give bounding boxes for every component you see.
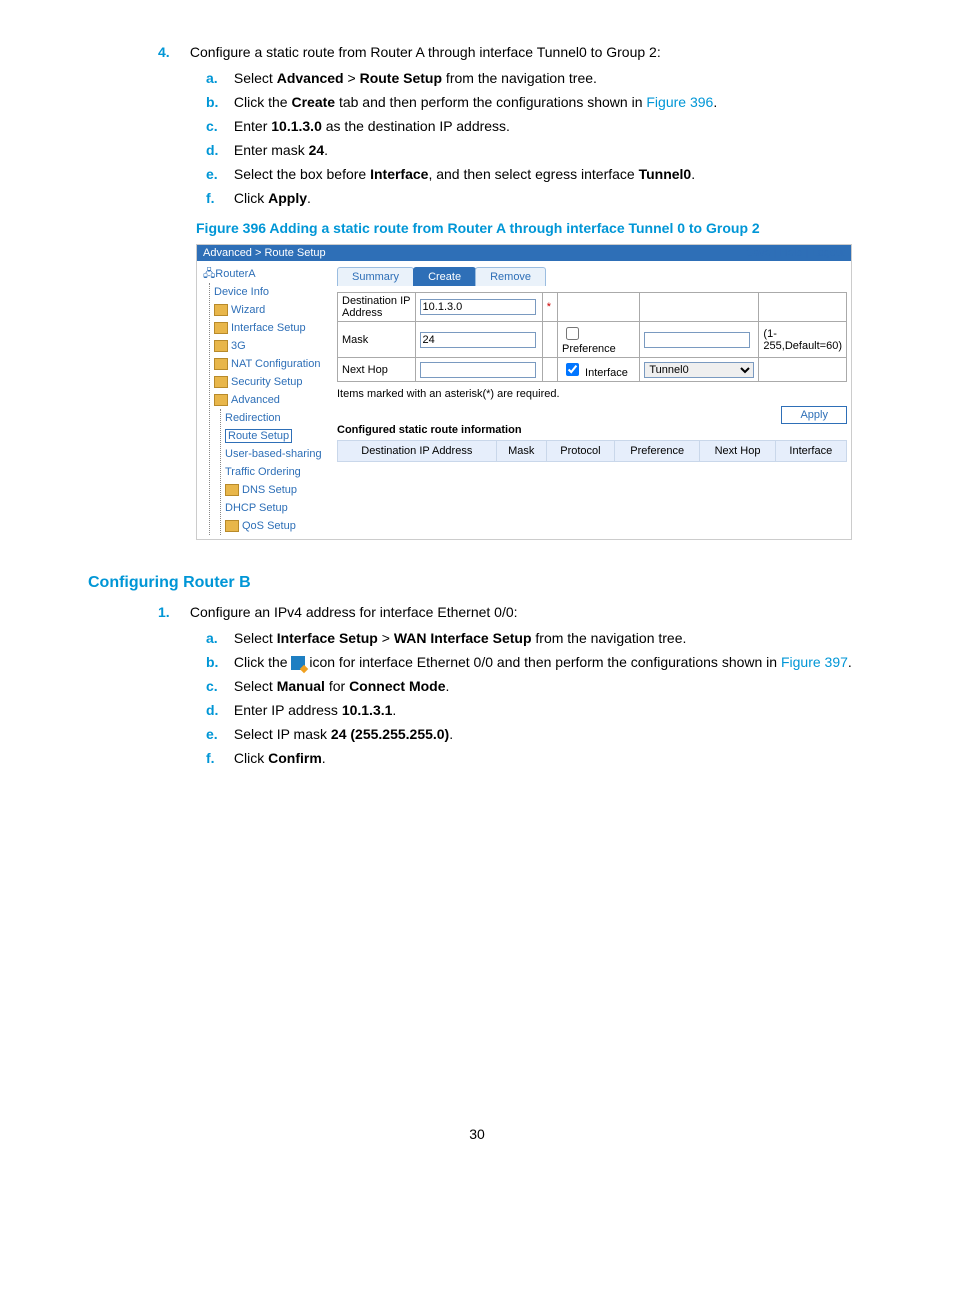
nav-qos-setup[interactable]: QoS Setup [225, 517, 333, 535]
col-mask: Mask [496, 441, 546, 462]
step-1b: b. Click the icon for interface Ethernet… [206, 654, 866, 670]
step-1f: f. Click Confirm. [206, 750, 866, 766]
preference-input[interactable] [644, 332, 750, 348]
step-1e: e. Select IP mask 24 (255.255.255.0). [206, 726, 866, 742]
nav-traffic-ordering[interactable]: Traffic Ordering [225, 463, 333, 481]
mask-input[interactable] [420, 332, 536, 348]
heading-configuring-router-b: Configuring Router B [88, 574, 866, 592]
step-1: 1. Configure an IPv4 address for interfa… [158, 604, 866, 620]
help-link[interactable]: Help [780, 247, 803, 259]
tab-bar: SummaryCreateRemove [337, 267, 847, 286]
nav-tree: 🖧RouterA Device Info Wizard Interface Se… [197, 261, 333, 539]
required-note: Items marked with an asterisk(*) are req… [337, 388, 847, 400]
step-1c: c. Select Manual for Connect Mode. [206, 678, 866, 694]
figure-396: Save | Help | Logout Advanced > Route Se… [196, 244, 866, 540]
step-4b: b. Click the Create tab and then perform… [206, 94, 866, 110]
interface-select[interactable]: Tunnel0 [644, 362, 754, 378]
figure-397-link[interactable]: Figure 397 [781, 654, 848, 670]
nav-3g[interactable]: 3G [214, 337, 333, 355]
col-dest: Destination IP Address [338, 441, 497, 462]
required-marker: * [542, 293, 557, 322]
step-4a: a. Select Advanced > Route Setup from th… [206, 70, 866, 86]
nav-dhcp-setup[interactable]: DHCP Setup [225, 499, 333, 517]
edit-icon [291, 656, 305, 670]
figure-396-caption: Figure 396 Adding a static route from Ro… [196, 220, 866, 236]
preference-label: Preference [562, 343, 616, 355]
nav-security[interactable]: Security Setup [214, 373, 333, 391]
step-4d: d. Enter mask 24. [206, 142, 866, 158]
col-interface: Interface [775, 441, 846, 462]
main-panel: SummaryCreateRemove Destination IP Addre… [333, 261, 851, 539]
nav-route-setup[interactable]: Route Setup [225, 427, 333, 445]
mask-label: Mask [338, 322, 416, 358]
nav-user-based-sharing[interactable]: User-based-sharing [225, 445, 333, 463]
folder-icon [214, 358, 228, 370]
col-protocol: Protocol [546, 441, 614, 462]
preference-checkbox[interactable] [566, 327, 579, 340]
step-4f: f. Click Apply. [206, 190, 866, 206]
step-1-text: Configure an IPv4 address for interface … [190, 604, 518, 620]
interface-label: Interface [585, 367, 628, 379]
folder-icon [214, 394, 228, 406]
apply-button[interactable]: Apply [781, 406, 847, 424]
route-form: Destination IP Address * Mask Preference… [337, 292, 847, 382]
nexthop-input[interactable] [420, 362, 536, 378]
tab-remove[interactable]: Remove [475, 267, 546, 286]
tab-summary[interactable]: Summary [337, 267, 414, 286]
folder-icon [225, 520, 239, 532]
step-4-text: Configure a static route from Router A t… [190, 44, 661, 60]
step-4-number: 4. [158, 44, 186, 60]
route-info-table: Destination IP Address Mask Protocol Pre… [337, 440, 847, 462]
info-heading: Configured static route information [337, 424, 847, 436]
nexthop-label: Next Hop [338, 358, 416, 382]
figure-396-link[interactable]: Figure 396 [646, 94, 713, 110]
nav-advanced[interactable]: Advanced [214, 391, 333, 409]
nav-dns-setup[interactable]: DNS Setup [225, 481, 333, 499]
page-number: 30 [88, 1126, 866, 1142]
interface-checkbox[interactable] [566, 363, 579, 376]
col-nexthop: Next Hop [700, 441, 775, 462]
folder-icon [225, 484, 239, 496]
step-4: 4. Configure a static route from Router … [158, 44, 866, 60]
step-4e: e. Select the box before Interface, and … [206, 166, 866, 182]
tab-create[interactable]: Create [413, 267, 476, 286]
nav-redirection[interactable]: Redirection [225, 409, 333, 427]
nav-wizard[interactable]: Wizard [214, 301, 333, 319]
nav-nat[interactable]: NAT Configuration [214, 355, 333, 373]
dest-ip-input[interactable] [420, 299, 536, 315]
step-1d: d. Enter IP address 10.1.3.1. [206, 702, 866, 718]
folder-icon [214, 322, 228, 334]
top-links: Save | Help | Logout [740, 245, 851, 261]
step-1-number: 1. [158, 604, 186, 620]
save-link[interactable]: Save [746, 247, 771, 259]
folder-icon [214, 340, 228, 352]
logout-link[interactable]: Logout [811, 247, 845, 259]
dest-ip-label: Destination IP Address [338, 293, 416, 322]
router-name: 🖧RouterA [203, 265, 333, 283]
folder-icon [214, 376, 228, 388]
preference-hint: (1-255,Default=60) [759, 322, 847, 358]
nav-device-info[interactable]: Device Info [214, 283, 333, 301]
step-1a: a. Select Interface Setup > WAN Interfac… [206, 630, 866, 646]
folder-icon [214, 304, 228, 316]
step-4c: c. Enter 10.1.3.0 as the destination IP … [206, 118, 866, 134]
col-preference: Preference [615, 441, 700, 462]
nav-interface-setup[interactable]: Interface Setup [214, 319, 333, 337]
